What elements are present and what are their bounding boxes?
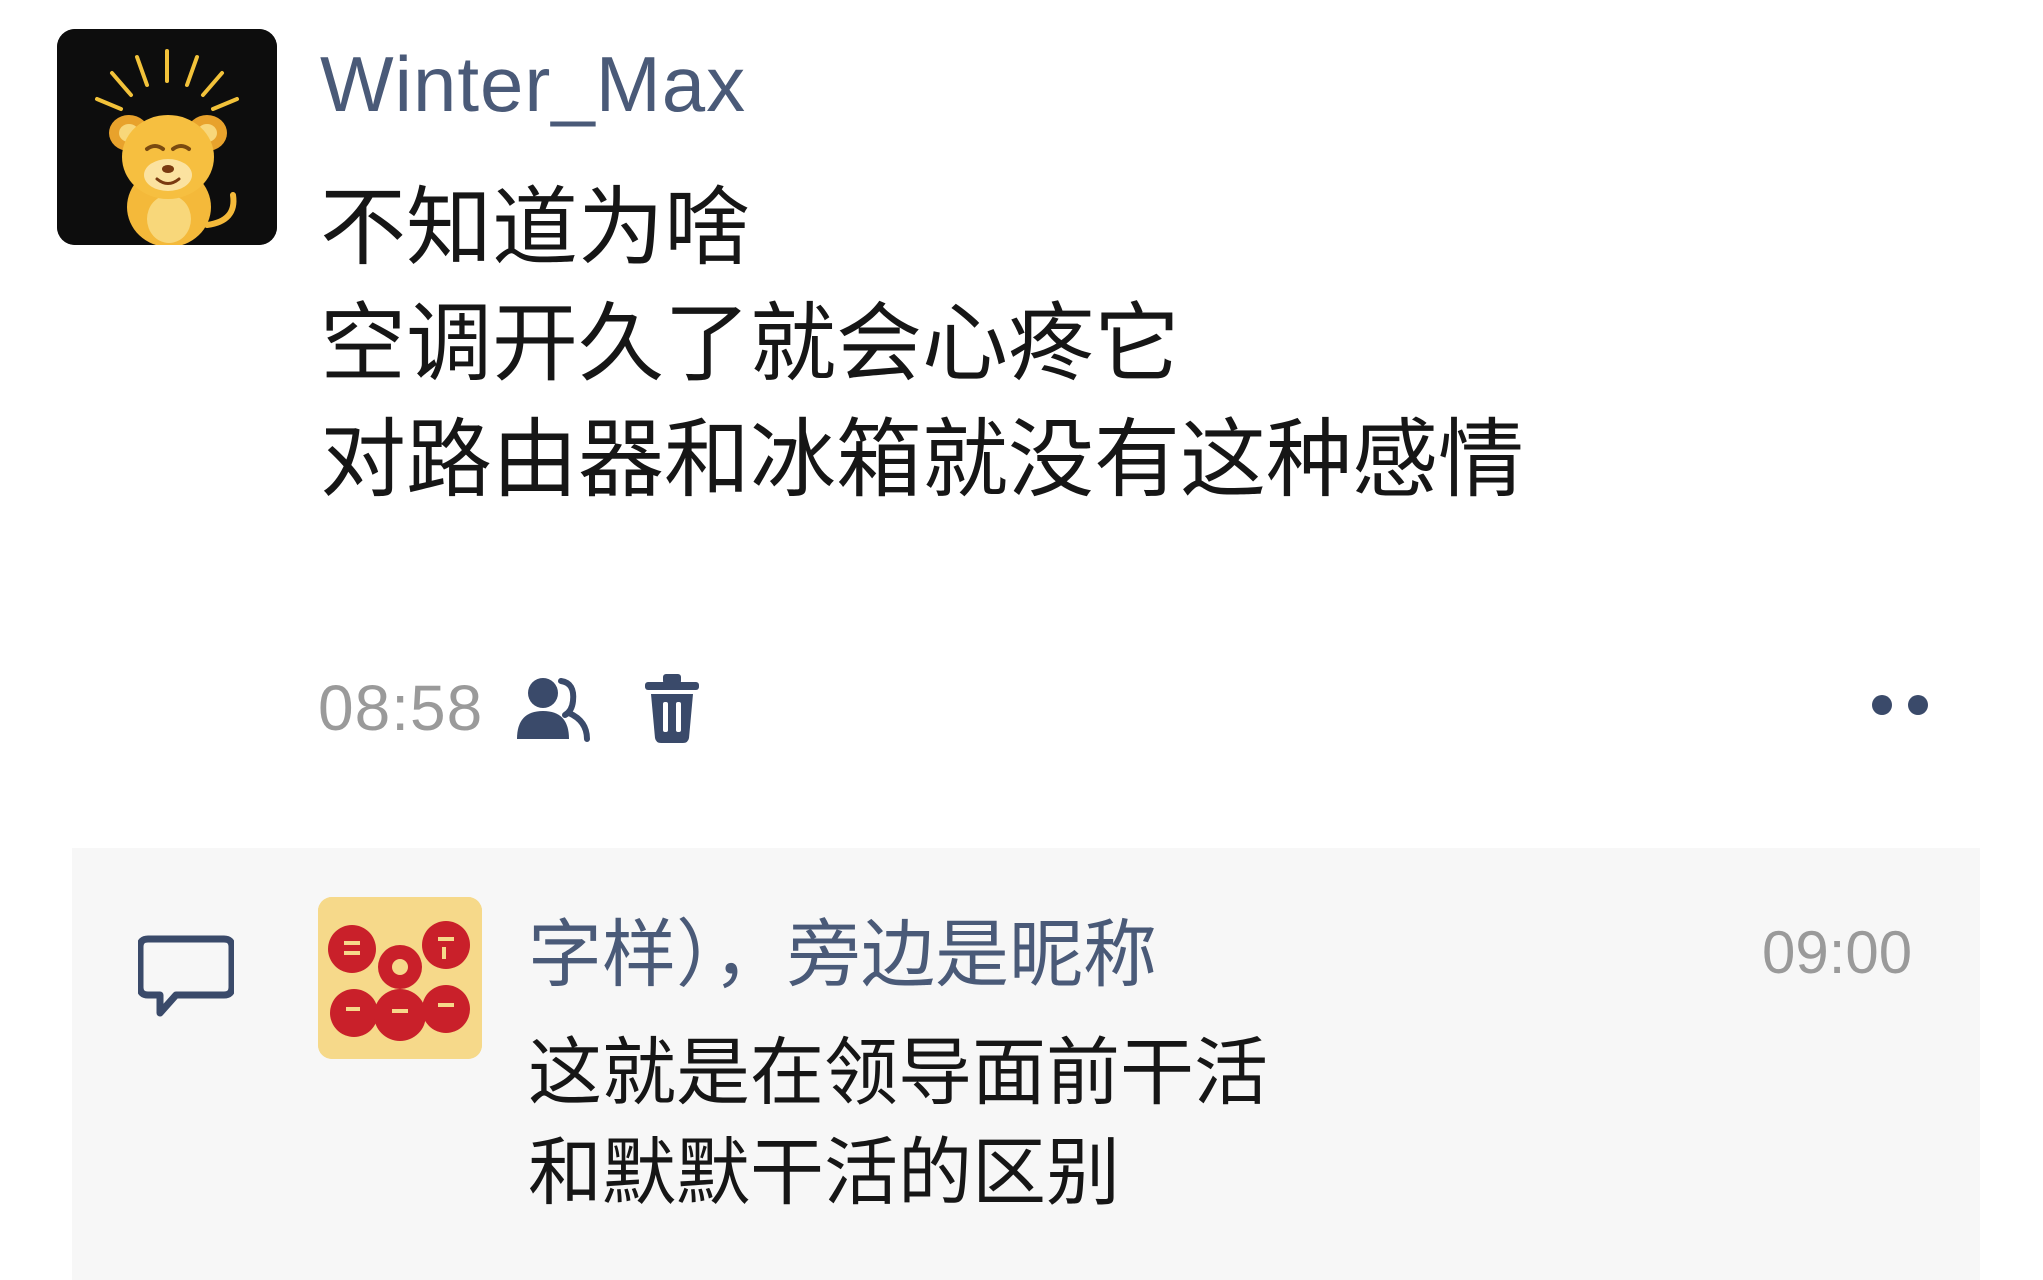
author-avatar[interactable]: [57, 29, 277, 245]
post-line: 不知道为啥: [320, 178, 750, 278]
lion-cub-avatar-icon: [57, 29, 277, 245]
moment-post: Winter_Max 不知道为啥 空调开久了就会心疼它 对路由器和冰箱就没有这种…: [0, 0, 2043, 820]
trash-icon[interactable]: [643, 672, 701, 744]
post-content: 不知道为啥 空调开久了就会心疼它 对路由器和冰箱就没有这种感情: [320, 170, 1524, 518]
post-line: 空调开久了就会心疼它: [320, 294, 1180, 394]
comment-line: 这就是在领导面前干活: [528, 1030, 1268, 1116]
commenter-name[interactable]: 字样），旁边是昵称: [528, 905, 1157, 1005]
comment-time: 09:00: [1762, 919, 1913, 986]
comment-icon: [136, 935, 236, 1021]
post-time: 08:58: [318, 672, 484, 744]
comment-line: 和默默干活的区别: [528, 1130, 1120, 1216]
post-meta: 08:58: [318, 668, 701, 748]
more-dots-icon[interactable]: [1860, 680, 1940, 730]
red-stamp-avatar-icon: [318, 897, 482, 1059]
comment-content: 这就是在领导面前干活 和默默干活的区别: [528, 1023, 1268, 1223]
author-name[interactable]: Winter_Max: [320, 34, 746, 134]
people-icon: [513, 673, 593, 743]
post-line: 对路由器和冰箱就没有这种感情: [320, 410, 1524, 510]
commenter-avatar[interactable]: [318, 897, 482, 1059]
